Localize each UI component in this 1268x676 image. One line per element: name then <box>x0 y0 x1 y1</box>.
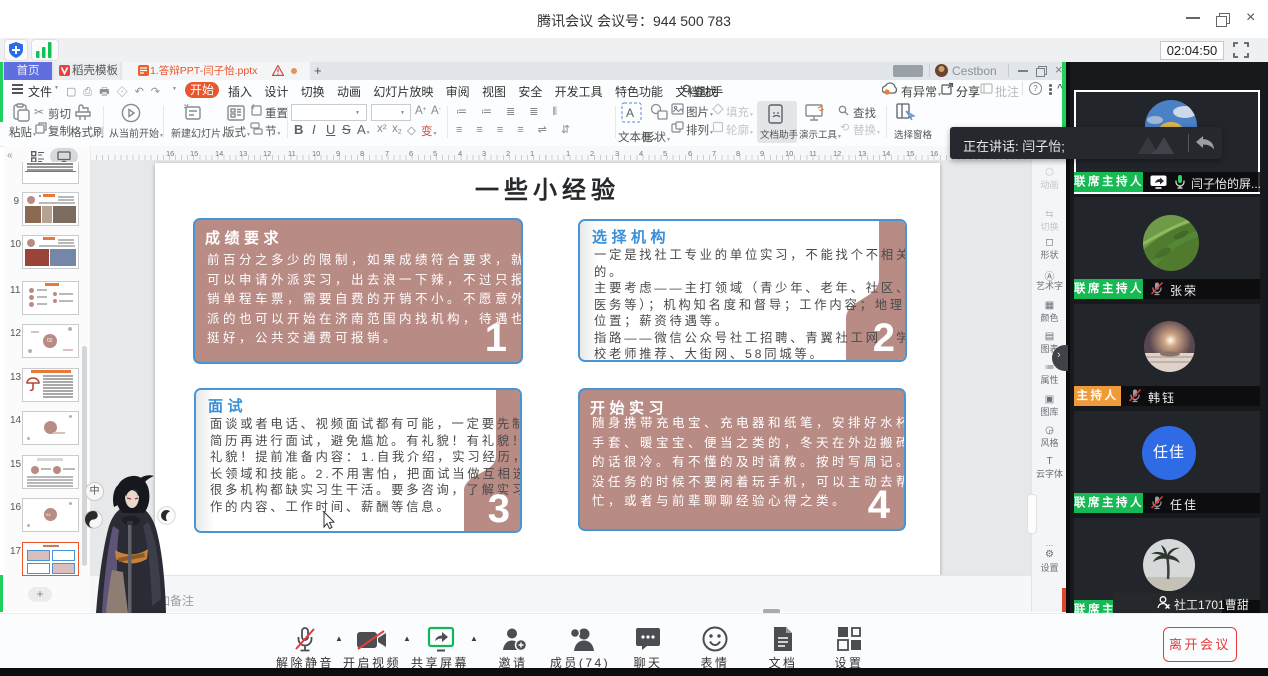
svg-text:A: A <box>626 106 634 120</box>
